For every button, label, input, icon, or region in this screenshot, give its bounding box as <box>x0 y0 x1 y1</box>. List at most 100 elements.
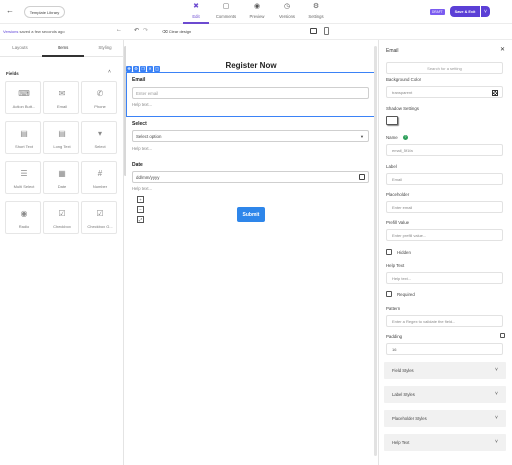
help-icon[interactable]: ? <box>403 135 408 140</box>
accordion-label: Field Styles <box>392 368 414 373</box>
tab-layouts[interactable]: Layouts <box>0 45 40 50</box>
mobile-view-icon[interactable] <box>324 27 329 35</box>
calendar-icon[interactable] <box>359 174 365 180</box>
close-icon[interactable]: ✕ <box>500 46 505 53</box>
help-text-input[interactable]: Help text... <box>386 272 503 284</box>
settings-search-input[interactable]: Search for a setting <box>386 62 503 74</box>
background-color-value: transparent <box>392 90 413 95</box>
required-checkbox[interactable] <box>386 291 392 297</box>
fields-heading: Fields <box>6 71 19 76</box>
row-add-icon[interactable]: + <box>137 196 144 203</box>
padding-label: Padding <box>386 334 403 339</box>
checkbox-icon: ☑ <box>58 209 66 218</box>
tab-preview-label: Preview <box>249 14 265 19</box>
redo-icon[interactable]: ↷ <box>143 27 148 34</box>
desktop-view-icon[interactable] <box>310 28 317 34</box>
placeholder-input[interactable]: Enter email <box>386 201 503 213</box>
date-help-text: Help text... <box>132 186 153 191</box>
select-help-text: Help text... <box>132 146 153 151</box>
shadow-settings-label: Shadow Settings <box>386 106 419 111</box>
field-tile-phone[interactable]: ✆ Phone <box>81 81 117 114</box>
save-exit-button[interactable]: Save & Exit <box>450 6 480 17</box>
tab-items[interactable]: Items <box>43 45 83 50</box>
left-tab-indicator <box>42 55 84 57</box>
field-tile-short-text[interactable]: ▤ Short Text <box>5 121 41 154</box>
chevron-down-icon: ˅ <box>484 8 487 15</box>
placeholder-label: Placeholder <box>386 192 410 197</box>
tab-versions[interactable]: ◷ Versions <box>272 3 302 19</box>
accordion-label-styles[interactable]: Label Styles ˅ <box>384 386 506 403</box>
collapse-panel-icon[interactable]: ← <box>116 27 122 33</box>
field-tile-number[interactable]: # Number <box>81 161 117 194</box>
field-tile-label: Select <box>94 144 106 149</box>
canvas-scrollbar[interactable] <box>374 46 377 456</box>
history-icon: ◷ <box>283 3 291 10</box>
chevron-down-icon: ˅ <box>495 439 498 445</box>
caret-down-icon: ▼ <box>360 134 364 139</box>
version-status: Versions saved a few seconds ago <box>3 29 65 34</box>
prefill-label: Prefill Value <box>386 220 410 225</box>
field-tile-label: Radio <box>18 224 30 229</box>
tab-settings[interactable]: ⚙ Settings <box>301 3 331 19</box>
field-tile-label: Multi Select <box>13 184 35 189</box>
long-text-icon: ▤ <box>58 129 66 138</box>
field-tile-action-button[interactable]: ⌨ Action Butt... <box>5 81 41 114</box>
field-tile-date[interactable]: ▦ Date <box>43 161 79 194</box>
accordion-help-text[interactable]: Help Text ˅ <box>384 434 506 451</box>
padding-input[interactable]: 16 <box>386 343 503 355</box>
date-input[interactable]: dd/mm/yyyy <box>132 171 369 183</box>
email-input[interactable]: Enter email <box>132 87 369 99</box>
field-tile-label: Action Butt... <box>12 104 36 109</box>
prefill-placeholder: Enter prefill value... <box>392 233 427 238</box>
background-color-input[interactable]: transparent <box>386 86 503 98</box>
field-tile-email[interactable]: ✉ Email <box>43 81 79 114</box>
accordion-field-styles[interactable]: Field Styles ˅ <box>384 362 506 379</box>
shadow-preview-button[interactable] <box>386 116 398 125</box>
tab-comments-label: Comments <box>215 14 237 19</box>
settings-panel: Email ✕ Search for a setting Background … <box>378 40 512 465</box>
editor-toolbar: Versions saved a few seconds ago ← ↶ ↷ ⌫… <box>0 24 512 40</box>
email-placeholder: Enter email <box>136 91 159 96</box>
accordion-label: Help Text <box>392 440 410 445</box>
save-options-dropdown[interactable]: ˅ <box>481 6 490 17</box>
field-tile-checkbox[interactable]: ☑ Checkbox <box>43 201 79 234</box>
select-dropdown[interactable]: Select option ▼ <box>132 130 369 142</box>
field-tile-long-text[interactable]: ▤ Long Text <box>43 121 79 154</box>
phone-icon: ✆ <box>96 89 104 98</box>
tab-comments[interactable]: ▢ Comments <box>211 3 241 19</box>
clear-design-button[interactable]: ⌫ Clear design <box>162 29 191 34</box>
lock-icon[interactable] <box>500 333 505 338</box>
search-placeholder: Search for a setting <box>427 66 462 71</box>
short-text-icon: ▤ <box>20 129 28 138</box>
prefill-input[interactable]: Enter prefill value... <box>386 229 503 241</box>
chevron-down-icon: ˅ <box>495 415 498 421</box>
row-minus-icon[interactable]: − <box>137 206 144 213</box>
tab-preview[interactable]: ◉ Preview <box>242 3 272 19</box>
name-value: email_5f1fa <box>392 148 413 153</box>
chevron-up-icon[interactable]: ˄ <box>108 69 111 75</box>
accordion-placeholder-styles[interactable]: Placeholder Styles ˅ <box>384 410 506 427</box>
pattern-input[interactable]: Enter a Regex to validate the field... <box>386 315 503 327</box>
checkbox-group-icon: ☑ <box>96 209 104 218</box>
versions-link[interactable]: Versions <box>3 29 18 34</box>
calendar-icon: ▦ <box>58 169 66 178</box>
field-tile-multi-select[interactable]: ☰ Multi Select <box>5 161 41 194</box>
hidden-checkbox[interactable] <box>386 249 392 255</box>
color-swatch-icon[interactable] <box>492 90 498 96</box>
form-title[interactable]: Register Now <box>126 61 376 70</box>
field-tile-select[interactable]: ▾ Select <box>81 121 117 154</box>
expand-icon[interactable]: ⤢ <box>137 216 144 223</box>
tab-styling[interactable]: Styling <box>85 45 125 50</box>
settings-panel-title: Email <box>386 48 399 54</box>
tab-edit[interactable]: ✖ Edit <box>181 3 211 19</box>
field-tile-radio[interactable]: ◉ Radio <box>5 201 41 234</box>
label-label: Label <box>386 164 397 169</box>
multi-select-icon: ☰ <box>20 169 28 178</box>
name-input[interactable]: email_5f1fa <box>386 144 503 156</box>
field-tile-checkbox-group[interactable]: ☑ Checkbox G... <box>81 201 117 234</box>
field-tile-label: Checkbox <box>53 224 71 229</box>
submit-button[interactable]: Submit <box>237 207 265 222</box>
undo-icon[interactable]: ↶ <box>134 27 139 34</box>
label-input[interactable]: Email <box>386 173 503 185</box>
field-tile-label: Short Text <box>15 144 33 149</box>
